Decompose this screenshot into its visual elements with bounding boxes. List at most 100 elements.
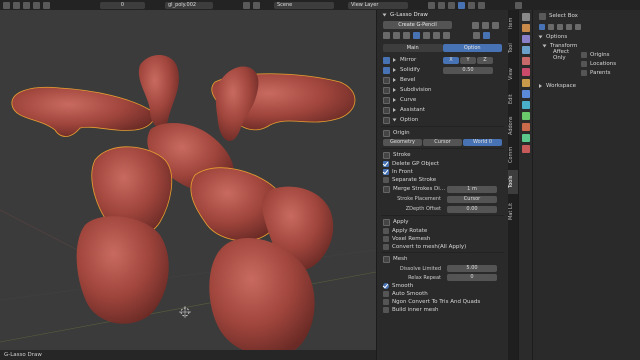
mirror-y[interactable]: Y [460, 56, 476, 64]
build-inner-checkbox[interactable] [383, 307, 389, 313]
lasso-icon[interactable] [492, 21, 499, 29]
sculpted-mesh[interactable] [11, 54, 356, 356]
pivot-icon[interactable] [243, 1, 250, 9]
subdivision-row[interactable]: Subdivision [377, 85, 508, 95]
placement-select[interactable]: Cursor [447, 195, 497, 203]
expand-icon[interactable] [393, 108, 396, 112]
dissolve-value[interactable]: 5.00 [447, 265, 497, 272]
tab-tools[interactable]: Tools [508, 170, 518, 194]
mode-new-icon[interactable] [539, 24, 545, 30]
convert-mesh-checkbox[interactable] [383, 244, 389, 250]
zdepth-row[interactable]: ZDepth Offset 0.00 [377, 204, 508, 214]
data-icon[interactable] [521, 134, 530, 142]
apply-rotate-row[interactable]: Apply Rotate [377, 227, 508, 235]
overlay-icon[interactable] [438, 1, 445, 9]
solidify-value[interactable]: 0.50 [443, 66, 493, 74]
tab-mat-lit[interactable]: Mat Lit [508, 196, 518, 226]
voxel-remesh-checkbox[interactable] [383, 236, 389, 242]
tab-addons[interactable]: Addons [508, 112, 518, 140]
mirror-z[interactable]: Z [477, 56, 493, 64]
smooth-row[interactable]: Smooth [377, 282, 508, 290]
editor-type-icon[interactable] [3, 1, 10, 9]
add-menu-icon[interactable] [33, 1, 40, 9]
expand-icon[interactable] [539, 83, 542, 88]
expand-icon[interactable] [393, 88, 396, 92]
mirror-row[interactable]: Mirror X Y Z [377, 55, 508, 65]
parents-checkbox[interactable] [581, 69, 587, 76]
origin-world-button[interactable]: World 0 [463, 139, 502, 146]
relax-value[interactable]: 0 [447, 274, 497, 281]
solidify-row[interactable]: Solidify 0.50 [377, 65, 508, 75]
mesh-header[interactable]: Mesh [377, 254, 508, 264]
frame-field[interactable]: 0 [100, 1, 145, 9]
render-icon[interactable] [521, 24, 530, 32]
view-layer-icon[interactable] [521, 46, 530, 54]
create-gpencil-button[interactable]: Create G-Pencil [383, 21, 452, 29]
origin-cursor-button[interactable]: Cursor [423, 139, 462, 146]
options-header[interactable]: Options [533, 32, 640, 41]
object-icon[interactable] [521, 79, 530, 87]
tab-main[interactable]: Main [383, 44, 443, 52]
locations-row[interactable]: Locations [533, 59, 640, 68]
mode-intersect-icon[interactable] [575, 24, 581, 30]
assistant-row[interactable]: Assistant [377, 105, 508, 115]
merge-row[interactable]: Merge Strokes Di... 1 m [377, 184, 508, 194]
3d-cursor[interactable] [179, 306, 191, 318]
expand-icon[interactable] [393, 98, 396, 102]
tab-item[interactable]: Item [508, 12, 518, 34]
bevel-row[interactable]: Bevel [377, 75, 508, 85]
panel-header[interactable]: G-Lasso Draw [377, 10, 508, 20]
collapse-icon[interactable] [382, 13, 387, 17]
apply-rotate-checkbox[interactable] [383, 228, 389, 234]
mirror-x[interactable]: X [443, 56, 459, 64]
fill-icon[interactable] [482, 21, 489, 29]
grid-icon[interactable] [443, 32, 450, 39]
in-front-checkbox[interactable] [383, 169, 389, 175]
tool-icon[interactable] [521, 13, 530, 21]
option-row[interactable]: Option [377, 115, 508, 125]
erase-icon[interactable] [393, 32, 400, 39]
tab-comm[interactable]: Comm [508, 142, 518, 168]
curve-row[interactable]: Curve [377, 95, 508, 105]
smooth-checkbox[interactable] [383, 283, 389, 289]
origin-geometry-button[interactable]: Geometry [383, 139, 422, 146]
gizmo-icon[interactable] [428, 1, 435, 9]
object-name-field[interactable]: gl_poly.002 [165, 1, 213, 9]
delete-gp-checkbox[interactable] [383, 161, 389, 167]
solid-shading-icon[interactable] [458, 1, 465, 9]
origins-row[interactable]: Affect Only Origins [533, 49, 640, 61]
merge-value[interactable]: 1 m [447, 185, 497, 193]
mode-extend-icon[interactable] [548, 24, 554, 30]
ngon-checkbox[interactable] [383, 299, 389, 305]
delete-gp-row[interactable]: Delete GP Object [377, 160, 508, 168]
auto-smooth-row[interactable]: Auto Smooth [377, 290, 508, 298]
select-menu-icon[interactable] [23, 1, 30, 9]
transform-header[interactable]: Transform [533, 41, 640, 50]
circle-icon[interactable] [423, 32, 430, 39]
sphere-icon[interactable] [433, 32, 440, 39]
snap-icon[interactable] [253, 1, 260, 9]
apply-header[interactable]: Apply [377, 217, 508, 227]
auto-smooth-checkbox[interactable] [383, 291, 389, 297]
collapse-icon[interactable] [392, 118, 397, 122]
parents-row[interactable]: Parents [533, 68, 640, 77]
scene-field[interactable]: Scene [274, 1, 334, 9]
physics-icon[interactable] [521, 112, 530, 120]
f1-icon[interactable] [483, 32, 490, 39]
placement-row[interactable]: Stroke Placement Cursor [377, 194, 508, 204]
output-icon[interactable] [521, 35, 530, 43]
fill-tool-icon[interactable] [403, 32, 410, 39]
dissolve-row[interactable]: Dissolve Limited 5.00 [377, 264, 508, 273]
settings-icon[interactable] [473, 32, 480, 39]
tab-view[interactable]: View [508, 62, 518, 86]
voxel-remesh-row[interactable]: Voxel Remesh [377, 235, 508, 243]
world-icon[interactable] [521, 68, 530, 76]
xray-icon[interactable] [448, 1, 455, 9]
color-icon[interactable] [472, 21, 479, 29]
expand-icon[interactable] [393, 78, 396, 82]
mode-invert-icon[interactable] [566, 24, 572, 30]
modifier-icon[interactable] [521, 90, 530, 98]
locations-checkbox[interactable] [581, 60, 587, 67]
convert-mesh-row[interactable]: Convert to mesh(All Apply) [377, 243, 508, 251]
particles-icon[interactable] [521, 101, 530, 109]
